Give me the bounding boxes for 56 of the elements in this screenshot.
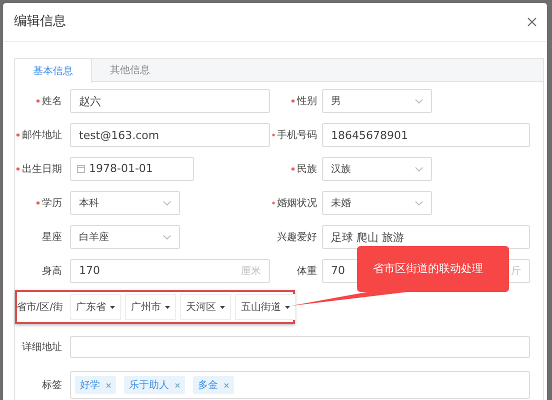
dropdown-button[interactable]: 五山街道	[235, 294, 296, 320]
date-value: 1978-01-01	[89, 160, 153, 177]
dropdown-button[interactable]: 广州市	[125, 294, 176, 320]
chevron-down-icon	[163, 234, 171, 240]
date-field[interactable]: 1978-01-01	[70, 157, 194, 181]
chevron-down-icon	[415, 98, 423, 104]
input-field[interactable]: test@163.com	[70, 123, 270, 147]
chevron-down-icon	[163, 200, 171, 206]
input-value: 70	[331, 262, 345, 279]
input-value: 170	[79, 262, 100, 279]
input-field[interactable]: 170 厘米	[70, 259, 270, 283]
select-value: 白羊座	[79, 230, 109, 244]
field-label: 体重	[297, 264, 317, 278]
unit-label: 厘米	[241, 264, 261, 278]
field-label: 学历	[42, 196, 62, 210]
select-field[interactable]: 汉族	[322, 157, 432, 181]
field-label: 手机号码	[277, 128, 317, 142]
tag-label: 多金	[198, 378, 218, 392]
caret-down-icon	[220, 306, 225, 308]
field-label: 性别	[297, 94, 317, 108]
input-field[interactable]: 18645678901	[322, 123, 530, 147]
select-value: 本科	[79, 196, 99, 210]
select-value: 未婚	[331, 196, 351, 210]
chevron-down-icon	[415, 166, 423, 172]
select-field[interactable]: 白羊座	[70, 225, 180, 249]
select-value: 男	[331, 94, 341, 108]
dialog-title: 编辑信息	[14, 13, 66, 32]
field-label: 民族	[297, 162, 317, 176]
select-field[interactable]: 未婚	[322, 191, 432, 215]
select-field[interactable]: 本科	[70, 191, 180, 215]
close-icon[interactable]	[527, 17, 537, 27]
field-label: 星座	[42, 230, 62, 244]
caret-down-icon	[165, 306, 170, 308]
dropdown-button[interactable]: 天河区	[180, 294, 231, 320]
tag-label: 乐于助人	[129, 378, 169, 392]
callout-text: 省市区街道的联动处理	[373, 261, 483, 277]
caret-down-icon	[285, 306, 290, 308]
calendar-icon	[77, 165, 85, 173]
select-field[interactable]: 男	[322, 89, 432, 113]
input-field[interactable]: 赵六	[70, 89, 270, 113]
select-value: 汉族	[331, 162, 351, 176]
field-label: 详细地址	[22, 340, 62, 354]
dropdown-button[interactable]: 广东省	[70, 294, 121, 320]
field-label: 婚姻状况	[277, 196, 317, 210]
field-label: 邮件地址	[22, 128, 62, 142]
field-label: 姓名	[42, 94, 62, 108]
input-field[interactable]	[70, 336, 530, 358]
caret-down-icon	[110, 306, 115, 308]
tag-label: 好学	[80, 378, 100, 392]
field-label: 兴趣爱好	[277, 230, 317, 244]
chevron-down-icon	[415, 200, 423, 206]
unit-label: 斤	[511, 264, 521, 278]
input-field[interactable]: 足球 爬山 旅游	[322, 225, 530, 249]
field-label: 标签	[42, 378, 62, 392]
field-label: 身高	[42, 264, 62, 278]
field-label: 出生日期	[22, 162, 62, 176]
